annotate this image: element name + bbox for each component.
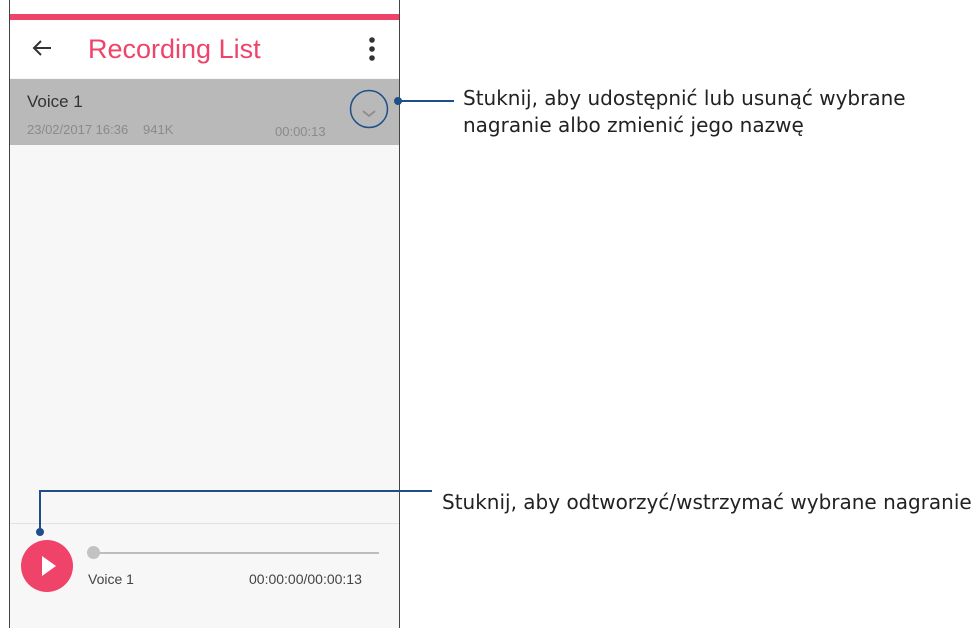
play-icon <box>42 556 56 576</box>
callout-options-line2: nagranie albo zmienić jego nazwę <box>463 113 804 137</box>
callout-line-play-vertical <box>39 490 41 532</box>
phone-screen: Recording List Voice 1 23/02/2017 16:36 … <box>9 0 400 628</box>
status-bar <box>10 0 399 20</box>
app-bar: Recording List <box>10 20 399 78</box>
callout-dot-play <box>36 528 44 536</box>
arrow-left-icon[interactable] <box>30 34 54 62</box>
player-track-name: Voice 1 <box>88 571 134 587</box>
recording-name: Voice 1 <box>27 92 83 111</box>
page-title: Recording List <box>88 34 261 64</box>
callout-text-play: Stuknij, aby odtworzyć/wstrzymać wybrane… <box>442 490 972 514</box>
recording-date: 23/02/2017 16:36 <box>27 122 129 137</box>
recording-list-item[interactable]: Voice 1 23/02/2017 16:36 941K 00:00:13 <box>10 79 399 145</box>
callout-line-play-horizontal <box>39 490 432 492</box>
recording-size: 941K <box>143 122 174 137</box>
player-time: 00:00:00/00:00:13 <box>249 571 362 587</box>
player-bar: Voice 1 00:00:00/00:00:13 <box>10 523 399 628</box>
more-vertical-icon[interactable] <box>364 34 380 64</box>
callout-line-options <box>398 100 454 102</box>
chevron-down-icon[interactable] <box>349 89 389 129</box>
play-button[interactable] <box>21 540 73 592</box>
page: Recording List Voice 1 23/02/2017 16:36 … <box>0 0 979 628</box>
callout-options-line1: Stuknij, aby udostępnić lub usunąć wybra… <box>463 86 906 110</box>
progress-knob[interactable] <box>87 546 100 559</box>
recording-duration: 00:00:13 <box>275 124 326 139</box>
callout-text-options: Stuknij, aby udostępnić lub usunąć wybra… <box>463 85 906 139</box>
progress-track[interactable] <box>91 552 379 554</box>
